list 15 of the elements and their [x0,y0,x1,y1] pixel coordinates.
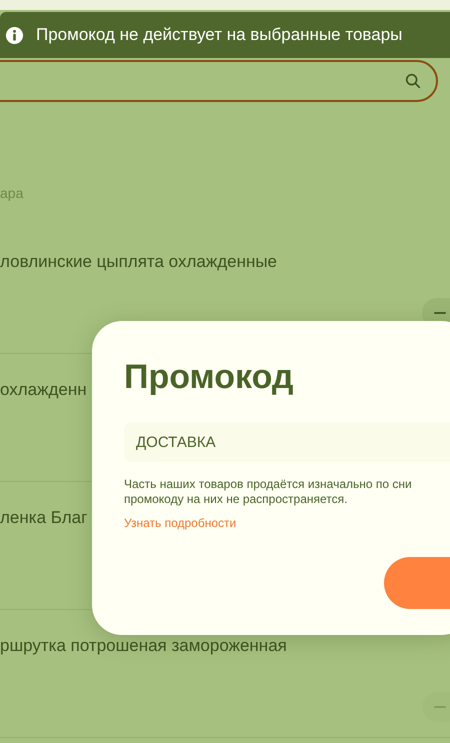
product-name[interactable]: ршрутка потрошеная замороженная [0,635,287,657]
info-icon [5,26,24,44]
minus-icon [434,705,446,709]
notification-text: Промокод не действует на выбранные товары [36,25,402,45]
note-text: промокоду на них не распространяется. [124,492,348,507]
product-name[interactable]: охлажденн [0,379,87,401]
search-field[interactable] [0,60,438,102]
minus-icon [434,311,446,315]
product-name[interactable]: ленка Благ [0,507,88,529]
details-link[interactable]: Узнать подробности [124,516,236,530]
product-name[interactable]: ловлинские цыплята охлажденные [0,251,278,273]
note-text: Часть наших товаров продаётся изначально по сни [124,477,412,492]
search-icon[interactable] [404,72,422,90]
dialog-title: Промокод [124,357,294,397]
promo-code-field[interactable]: ДОСТАВКА [124,422,450,462]
